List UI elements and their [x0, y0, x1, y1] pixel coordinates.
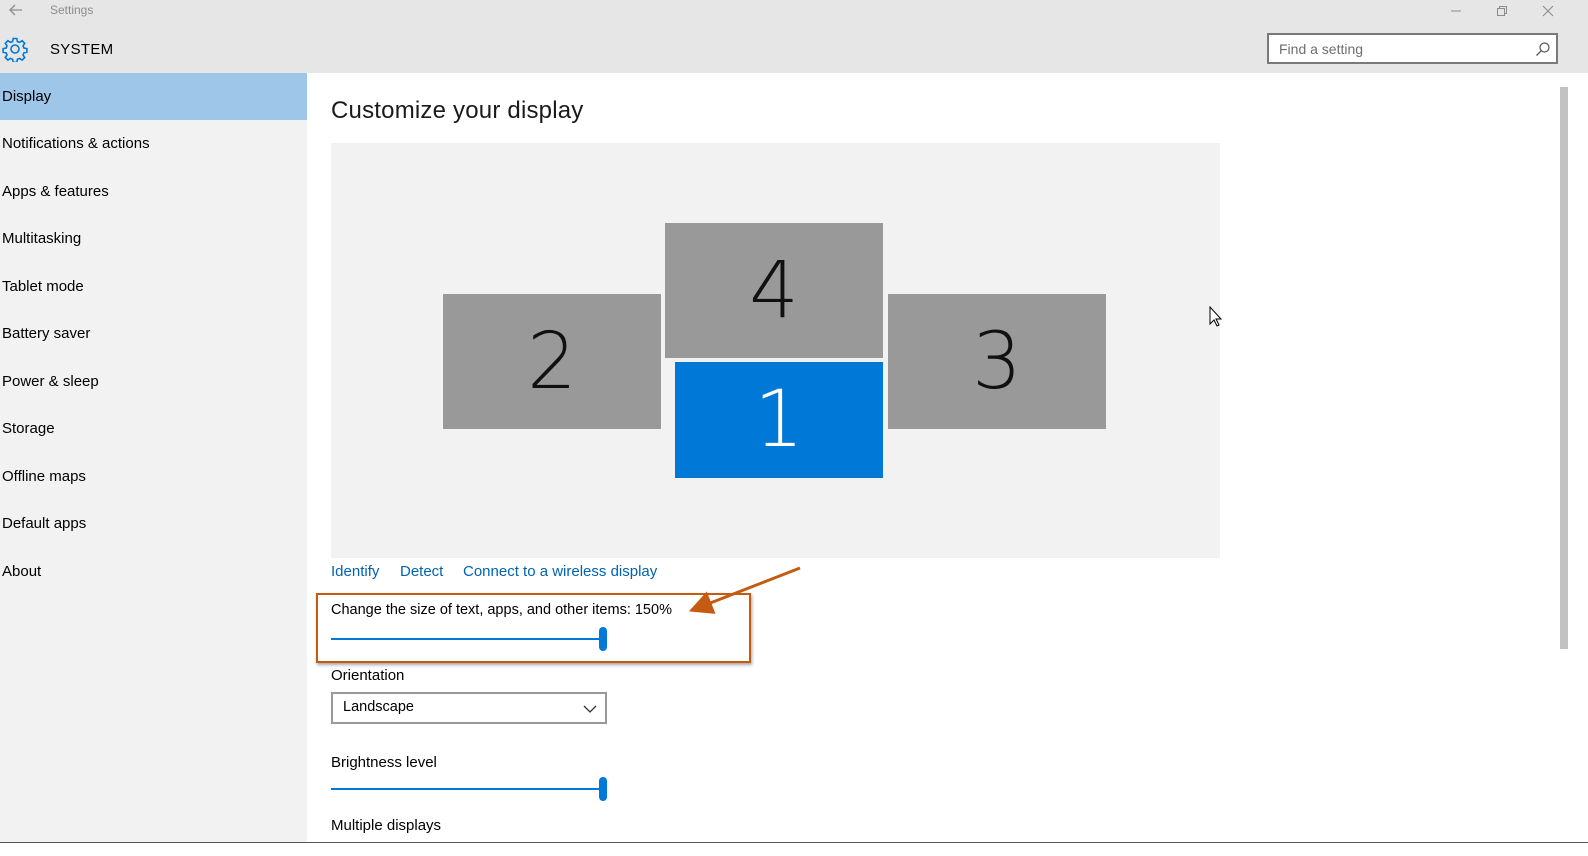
monitor-number: 2: [527, 316, 577, 407]
monitor-number: 4: [749, 245, 799, 336]
sidebar-item-label: Display: [2, 88, 52, 105]
multiple-displays-label: Multiple displays: [331, 817, 442, 834]
sidebar-item-tablet-mode[interactable]: Tablet mode: [0, 263, 307, 310]
brightness-slider[interactable]: [331, 777, 607, 801]
sidebar-item-label: Apps & features: [2, 183, 109, 200]
mouse-cursor-icon: [1209, 305, 1225, 328]
monitor-number: 1: [754, 375, 804, 465]
detect-link[interactable]: Detect: [400, 563, 443, 580]
sidebar-item-label: About: [2, 563, 42, 580]
scaling-slider[interactable]: [331, 627, 607, 651]
sidebar-item-label: Storage: [2, 420, 55, 437]
identify-link[interactable]: Identify: [331, 563, 379, 580]
scroll-thumb[interactable]: [1560, 87, 1568, 649]
title-bar: Settings: [0, 0, 1588, 22]
sidebar-item-offline-maps[interactable]: Offline maps: [0, 453, 307, 500]
sidebar-item-multitasking[interactable]: Multitasking: [0, 215, 307, 262]
search-input[interactable]: [1269, 35, 1529, 62]
sidebar: Display Notifications & actions Apps & f…: [0, 73, 307, 856]
monitor-4[interactable]: 4: [665, 223, 883, 358]
slider-thumb[interactable]: [599, 627, 607, 651]
sidebar-item-power-sleep[interactable]: Power & sleep: [0, 358, 307, 405]
scaling-label: Change the size of text, apps, and other…: [331, 602, 672, 618]
slider-track: [331, 788, 599, 790]
sidebar-item-default-apps[interactable]: Default apps: [0, 500, 307, 547]
sidebar-item-label: Battery saver: [2, 325, 91, 342]
sidebar-item-apps[interactable]: Apps & features: [0, 168, 307, 215]
close-icon[interactable]: [1528, 0, 1568, 22]
wireless-display-link[interactable]: Connect to a wireless display: [463, 563, 657, 580]
sidebar-item-storage[interactable]: Storage: [0, 405, 307, 452]
sidebar-item-battery-saver[interactable]: Battery saver: [0, 310, 307, 357]
monitor-1[interactable]: 1: [675, 362, 883, 478]
sidebar-item-label: Default apps: [2, 515, 87, 532]
orientation-label: Orientation: [331, 667, 405, 684]
brightness-label: Brightness level: [331, 754, 437, 771]
monitor-number: 3: [972, 316, 1022, 407]
sidebar-item-label: Power & sleep: [2, 373, 99, 390]
chevron-down-icon: [583, 702, 597, 714]
orientation-value: Landscape: [343, 699, 414, 715]
restore-icon[interactable]: [1482, 0, 1522, 22]
main-content: Customize your display 2 4 1 3 Identify …: [307, 73, 1558, 856]
sidebar-item-label: Multitasking: [2, 230, 82, 247]
sidebar-item-label: Offline maps: [2, 468, 86, 485]
window-title: Settings: [50, 3, 94, 17]
monitor-arrangement: 2 4 1 3: [331, 143, 1220, 558]
settings-header: SYSTEM: [0, 22, 1588, 73]
search-icon[interactable]: [1535, 41, 1551, 57]
monitor-3[interactable]: 3: [888, 294, 1106, 429]
scrollbar[interactable]: [1558, 73, 1588, 856]
sidebar-item-about[interactable]: About: [0, 548, 307, 595]
back-arrow-icon[interactable]: [4, 0, 28, 20]
gear-icon: [2, 36, 28, 64]
monitor-2[interactable]: 2: [443, 294, 661, 429]
sidebar-item-label: Notifications & actions: [2, 135, 150, 152]
sidebar-item-display[interactable]: Display: [0, 73, 307, 120]
sidebar-item-notifications[interactable]: Notifications & actions: [0, 120, 307, 167]
minimize-icon[interactable]: [1436, 0, 1476, 22]
section-title: SYSTEM: [50, 41, 114, 58]
slider-thumb[interactable]: [599, 777, 607, 801]
page-title: Customize your display: [331, 97, 584, 124]
bottom-edge: [0, 842, 1588, 856]
orientation-select[interactable]: Landscape: [331, 692, 607, 724]
slider-track: [331, 638, 599, 640]
sidebar-item-label: Tablet mode: [2, 278, 84, 295]
search-box[interactable]: [1267, 33, 1558, 64]
